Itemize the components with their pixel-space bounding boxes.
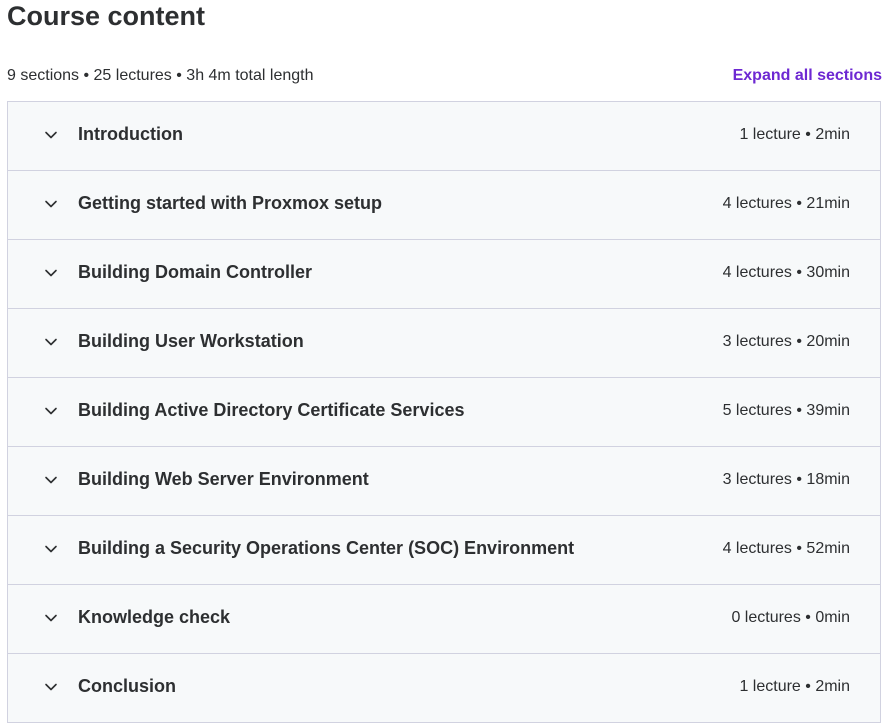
section-title: Conclusion	[78, 676, 176, 696]
chevron-down-icon	[43, 679, 59, 695]
section-header-domain-controller[interactable]: Building Domain Controller 4 lectures • …	[8, 240, 880, 309]
course-summary: 9 sections • 25 lectures • 3h 4m total l…	[7, 67, 314, 84]
section-header-user-workstation[interactable]: Building User Workstation 3 lectures • 2…	[8, 309, 880, 378]
section-header-knowledge-check[interactable]: Knowledge check 0 lectures • 0min	[8, 585, 880, 654]
section-header-introduction[interactable]: Introduction 1 lecture • 2min	[8, 102, 880, 171]
section-meta: 5 lectures • 39min	[722, 401, 850, 419]
section-header-soc-environment[interactable]: Building a Security Operations Center (S…	[8, 516, 880, 585]
section-title: Building Web Server Environment	[78, 469, 369, 489]
section-title: Building User Workstation	[78, 331, 304, 351]
section-meta: 4 lectures • 21min	[722, 194, 850, 212]
section-title: Introduction	[78, 124, 183, 144]
section-meta: 0 lectures • 0min	[731, 608, 850, 626]
section-header-web-server[interactable]: Building Web Server Environment 3 lectur…	[8, 447, 880, 516]
section-header-certificate-services[interactable]: Building Active Directory Certificate Se…	[8, 378, 880, 447]
expand-all-sections-button[interactable]: Expand all sections	[733, 67, 882, 85]
section-header-conclusion[interactable]: Conclusion 1 lecture • 2min	[8, 654, 880, 722]
chevron-down-icon	[43, 403, 59, 419]
section-meta: 3 lectures • 18min	[722, 470, 850, 488]
course-content-panel: Course content 9 sections • 25 lectures …	[0, 0, 884, 726]
section-title: Building a Security Operations Center (S…	[78, 538, 575, 558]
section-meta: 4 lectures • 30min	[722, 263, 850, 281]
section-meta: 1 lecture • 2min	[739, 677, 850, 695]
summary-row: 9 sections • 25 lectures • 3h 4m total l…	[7, 64, 882, 88]
chevron-down-icon	[43, 265, 59, 281]
section-title: Knowledge check	[78, 607, 231, 627]
section-meta: 1 lecture • 2min	[739, 125, 850, 143]
chevron-down-icon	[43, 334, 59, 350]
section-meta: 4 lectures • 52min	[722, 539, 850, 557]
section-list: Introduction 1 lecture • 2min Getting st…	[7, 101, 881, 723]
section-meta: 3 lectures • 20min	[722, 332, 850, 350]
section-title: Building Domain Controller	[78, 262, 312, 282]
section-title: Getting started with Proxmox setup	[78, 193, 383, 213]
section-header-proxmox-setup[interactable]: Getting started with Proxmox setup 4 lec…	[8, 171, 880, 240]
chevron-down-icon	[43, 541, 59, 557]
chevron-down-icon	[43, 196, 59, 212]
chevron-down-icon	[43, 127, 59, 143]
page-title: Course content	[7, 1, 206, 31]
chevron-down-icon	[43, 472, 59, 488]
chevron-down-icon	[43, 610, 59, 626]
section-title: Building Active Directory Certificate Se…	[78, 400, 465, 420]
